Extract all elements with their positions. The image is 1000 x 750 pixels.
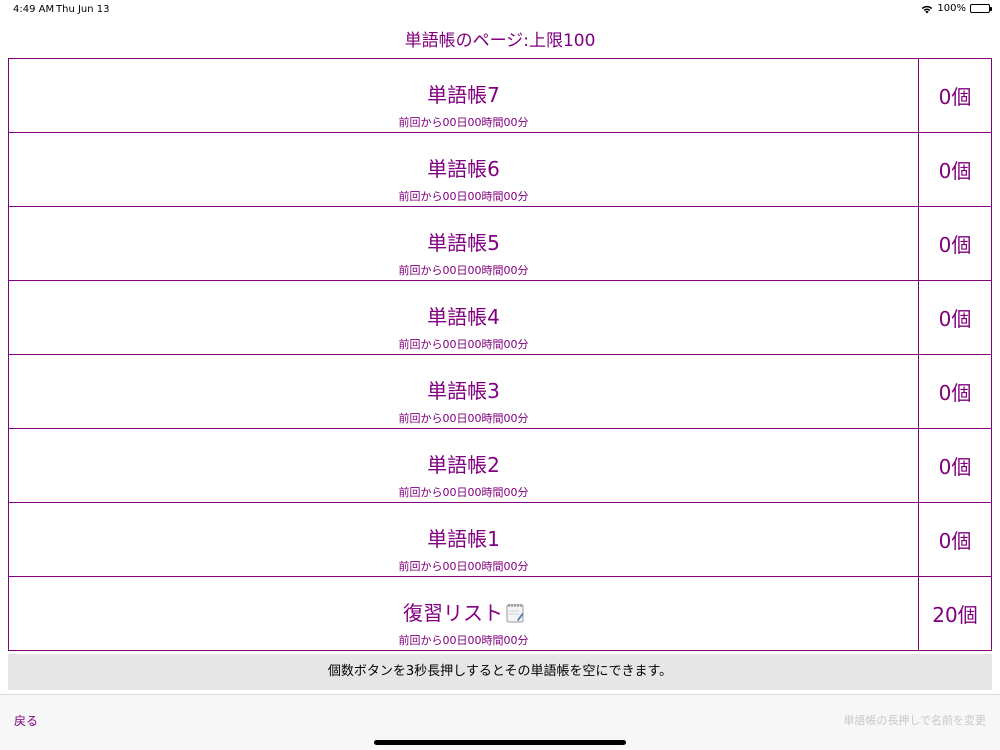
book-row: 単語帳2 前回から00日00時間00分 0個 — [8, 429, 992, 503]
book-name: 単語帳7 — [427, 83, 500, 107]
battery-percent: 100% — [937, 3, 966, 14]
book-name-wrap: 復習リスト — [9, 601, 918, 625]
book-count-button[interactable]: 0個 — [919, 133, 992, 206]
book-open-button-3[interactable]: 単語帳3 前回から00日00時間00分 — [8, 355, 919, 428]
book-open-button-4[interactable]: 単語帳4 前回から00日00時間00分 — [8, 281, 919, 354]
book-name: 単語帳1 — [427, 527, 500, 551]
status-date: Thu Jun 13 — [56, 4, 110, 15]
book-open-button-7[interactable]: 単語帳7 前回から00日00時間00分 — [8, 59, 919, 132]
book-count-button[interactable]: 0個 — [919, 207, 992, 280]
book-open-button-2[interactable]: 単語帳2 前回から00日00時間00分 — [8, 429, 919, 502]
book-elapsed: 前回から00日00時間00分 — [398, 338, 529, 351]
page-title: 単語帳のページ:上限100 — [404, 31, 596, 51]
book-count-button[interactable]: 0個 — [919, 355, 992, 428]
book-row: 単語帳5 前回から00日00時間00分 0個 — [8, 207, 992, 281]
book-elapsed: 前回から00日00時間00分 — [398, 634, 529, 647]
review-list-count-button[interactable]: 20個 — [919, 577, 992, 650]
memo-icon — [506, 604, 524, 623]
book-row: 復習リスト 前回から00日00時間00分 20個 — [8, 577, 992, 651]
book-row: 単語帳4 前回から00日00時間00分 0個 — [8, 281, 992, 355]
book-open-button-1[interactable]: 単語帳1 前回から00日00時間00分 — [8, 503, 919, 576]
book-row: 単語帳7 前回から00日00時間00分 0個 — [8, 59, 992, 133]
book-elapsed: 前回から00日00時間00分 — [398, 190, 529, 203]
book-name: 単語帳2 — [427, 453, 500, 477]
status-indicators: 100% — [921, 3, 992, 14]
back-button[interactable]: 戻る — [14, 712, 38, 729]
book-elapsed: 前回から00日00時間00分 — [398, 486, 529, 499]
review-list-name: 復習リスト — [403, 601, 503, 625]
book-name: 単語帳3 — [427, 379, 500, 403]
book-list: 単語帳7 前回から00日00時間00分 0個 単語帳6 前回から00日00時間0… — [8, 58, 992, 651]
book-row: 単語帳1 前回から00日00時間00分 0個 — [8, 503, 992, 577]
book-open-button-6[interactable]: 単語帳6 前回から00日00時間00分 — [8, 133, 919, 206]
status-time: 4:49 AM — [13, 4, 55, 15]
book-row: 単語帳3 前回から00日00時間00分 0個 — [8, 355, 992, 429]
home-indicator — [374, 740, 626, 745]
book-open-button-5[interactable]: 単語帳5 前回から00日00時間00分 — [8, 207, 919, 280]
book-elapsed: 前回から00日00時間00分 — [398, 264, 529, 277]
wifi-icon — [922, 5, 933, 13]
hint-banner: 個数ボタンを3秒長押しするとその単語帳を空にできます。 — [8, 654, 992, 690]
review-list-open-button[interactable]: 復習リスト 前回から00日00時間00分 — [8, 577, 919, 650]
book-count-button[interactable]: 0個 — [919, 59, 992, 132]
book-count-button[interactable]: 0個 — [919, 429, 992, 502]
book-name: 単語帳4 — [427, 305, 500, 329]
rename-hint: 単語帳の長押しで名前を変更 — [843, 714, 986, 727]
book-elapsed: 前回から00日00時間00分 — [398, 116, 529, 129]
battery-icon — [970, 4, 992, 13]
book-count-button[interactable]: 0個 — [919, 503, 992, 576]
book-elapsed: 前回から00日00時間00分 — [398, 560, 529, 573]
book-name: 単語帳5 — [427, 231, 500, 255]
book-elapsed: 前回から00日00時間00分 — [398, 412, 529, 425]
book-row: 単語帳6 前回から00日00時間00分 0個 — [8, 133, 992, 207]
book-count-button[interactable]: 0個 — [919, 281, 992, 354]
book-name: 単語帳6 — [427, 157, 500, 181]
status-bar: 4:49 AM Thu Jun 13 100% — [0, 0, 1000, 20]
